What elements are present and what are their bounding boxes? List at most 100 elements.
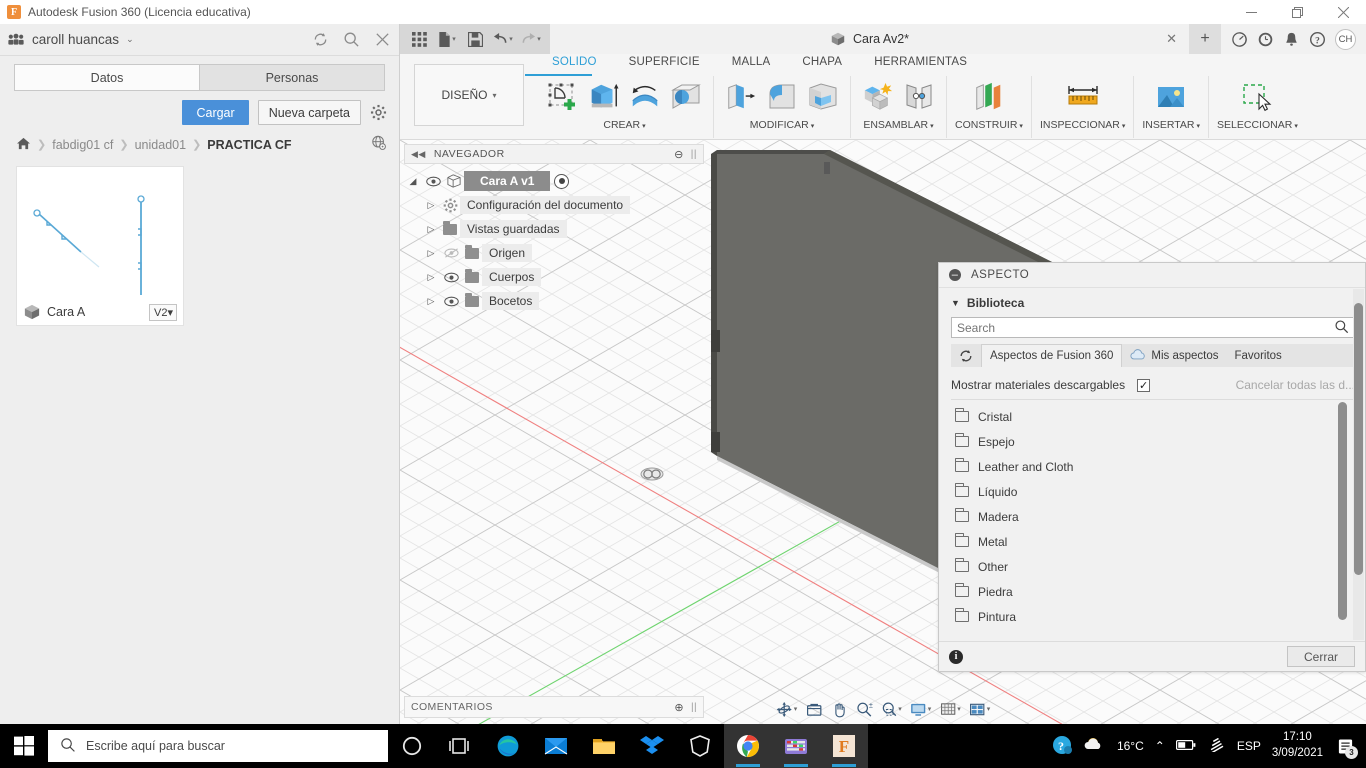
minimize-dot-icon[interactable]: ⊖ bbox=[674, 148, 684, 161]
tree-row-bodies[interactable]: ▷ Cuerpos bbox=[404, 265, 704, 289]
ribbon-tab-malla[interactable]: MALLA bbox=[716, 56, 787, 74]
tree-row-root[interactable]: ◢ Cara A v1 bbox=[404, 169, 704, 193]
material-category-list[interactable]: Cristal Espejo Leather and Cloth Líquido… bbox=[951, 399, 1355, 641]
chevron-down-icon[interactable]: ⌄ bbox=[126, 34, 134, 45]
clock-icon[interactable] bbox=[1257, 31, 1274, 48]
grid-snap-icon[interactable]: ▾ bbox=[936, 698, 964, 720]
zoom-window-icon[interactable]: ▾ bbox=[877, 698, 905, 720]
chevron-up-icon[interactable]: ⌃ bbox=[1155, 739, 1165, 753]
scrollbar-thumb[interactable] bbox=[1338, 402, 1347, 620]
material-category-row[interactable]: Espejo bbox=[951, 429, 1355, 454]
expand-arrow-icon[interactable]: ▷ bbox=[422, 200, 440, 211]
ribbon-group-construir-label[interactable]: CONSTRUIR ▾ bbox=[955, 119, 1023, 131]
material-category-row[interactable]: Cristal bbox=[951, 404, 1355, 429]
expand-arrow-icon[interactable]: ▷ bbox=[422, 224, 440, 235]
refresh-icon[interactable] bbox=[951, 348, 981, 364]
material-category-row[interactable]: Líquido bbox=[951, 479, 1355, 504]
ribbon-group-modificar-label[interactable]: MODIFICAR ▾ bbox=[750, 119, 814, 131]
add-comment-icon[interactable]: ⊕ bbox=[674, 701, 684, 714]
windows-start-icon[interactable] bbox=[0, 724, 48, 768]
grip-icon[interactable]: || bbox=[691, 149, 697, 160]
chrome-icon[interactable] bbox=[724, 724, 772, 768]
appearance-search-row[interactable] bbox=[951, 317, 1355, 338]
gear-icon[interactable] bbox=[370, 104, 387, 121]
close-data-panel-icon[interactable] bbox=[374, 31, 391, 48]
expand-arrow-icon[interactable]: ◢ bbox=[404, 176, 422, 187]
material-category-row[interactable]: Metal bbox=[951, 529, 1355, 554]
document-tab[interactable]: Cara Av2* ✕ bbox=[550, 24, 1189, 54]
info-icon[interactable]: i bbox=[949, 649, 963, 664]
cancel-downloads-link[interactable]: Cancelar todas las d... bbox=[1236, 378, 1355, 392]
material-category-row[interactable]: Piedra bbox=[951, 579, 1355, 604]
task-view-icon[interactable] bbox=[436, 724, 484, 768]
new-document-tab-button[interactable]: + bbox=[1189, 24, 1221, 54]
tab-personas[interactable]: Personas bbox=[199, 64, 385, 91]
breadcrumb-item-0[interactable]: fabdig01 cf bbox=[52, 138, 113, 152]
library-tab-fusion-appearances[interactable]: Aspectos de Fusion 360 bbox=[981, 344, 1123, 367]
pan-icon[interactable] bbox=[827, 698, 850, 720]
collapse-left-icon[interactable]: ◀◀ bbox=[411, 149, 426, 160]
close-dialog-button[interactable]: Cerrar bbox=[1286, 646, 1355, 667]
breadcrumb-item-1[interactable]: unidad01 bbox=[135, 138, 186, 152]
help-circle-icon[interactable]: ? bbox=[1051, 734, 1073, 759]
scrollbar-thumb[interactable] bbox=[1354, 303, 1363, 575]
activate-radio-icon[interactable] bbox=[554, 173, 570, 189]
bell-icon[interactable] bbox=[1283, 31, 1300, 48]
press-pull-icon[interactable] bbox=[722, 78, 760, 116]
redo-button[interactable]: ▾ bbox=[518, 26, 544, 52]
eye-icon[interactable] bbox=[440, 296, 462, 307]
mail-icon[interactable] bbox=[532, 724, 580, 768]
viewport[interactable]: ◀◀ NAVEGADOR ⊖ || ◢ Cara A v1 ▷ Configur… bbox=[400, 140, 1366, 724]
material-category-row[interactable]: Madera bbox=[951, 504, 1355, 529]
close-tab-icon[interactable]: ✕ bbox=[1166, 31, 1177, 47]
help-icon[interactable]: ? bbox=[1309, 31, 1326, 48]
ribbon-tab-superficie[interactable]: SUPERFICIE bbox=[613, 56, 716, 74]
grip-icon[interactable]: || bbox=[691, 702, 697, 713]
orbit-icon[interactable]: ▾ bbox=[773, 698, 801, 720]
account-name[interactable]: caroll huancas bbox=[32, 32, 119, 47]
new-folder-button[interactable]: Nueva carpeta bbox=[257, 100, 361, 125]
ribbon-tab-solido[interactable]: SOLIDO bbox=[536, 56, 613, 74]
avatar[interactable]: CH bbox=[1335, 28, 1356, 50]
material-category-row[interactable]: Pintura bbox=[951, 604, 1355, 629]
home-icon[interactable] bbox=[16, 137, 31, 153]
search-icon[interactable] bbox=[1334, 319, 1349, 337]
dialog-scrollbar[interactable] bbox=[1353, 289, 1364, 640]
show-downloadable-checkbox[interactable]: ✓ bbox=[1137, 378, 1151, 392]
globe-icon[interactable] bbox=[371, 135, 387, 154]
revolve-icon[interactable] bbox=[626, 78, 664, 116]
material-list-scrollbar[interactable] bbox=[1338, 402, 1347, 639]
ribbon-group-crear-label[interactable]: CREAR ▾ bbox=[603, 119, 645, 131]
expand-arrow-icon[interactable]: ▷ bbox=[422, 296, 440, 307]
new-component-icon[interactable] bbox=[859, 78, 897, 116]
file-card-cara-a[interactable]: Cara A V2▾ bbox=[16, 166, 184, 326]
insert-image-icon[interactable] bbox=[1152, 78, 1190, 116]
ribbon-group-inspeccionar-label[interactable]: INSPECCIONAR ▾ bbox=[1040, 119, 1125, 131]
weather-icon[interactable] bbox=[1084, 736, 1106, 757]
fusion360-icon[interactable]: F bbox=[820, 724, 868, 768]
app-grid-icon[interactable] bbox=[406, 26, 432, 52]
appearance-search-input[interactable] bbox=[957, 320, 1334, 335]
expand-arrow-icon[interactable]: ▷ bbox=[422, 272, 440, 283]
file-explorer-icon[interactable] bbox=[580, 724, 628, 768]
material-category-row[interactable]: Leather and Cloth bbox=[951, 454, 1355, 479]
ribbon-tab-herramientas[interactable]: HERRAMIENTAS bbox=[858, 56, 983, 74]
workspace-selector[interactable]: DISEÑO ▾ bbox=[414, 64, 524, 126]
library-section-header[interactable]: ▼ Biblioteca bbox=[951, 296, 1355, 310]
eye-hidden-icon[interactable] bbox=[440, 247, 462, 259]
tab-datos[interactable]: Datos bbox=[14, 64, 199, 91]
winrar-icon[interactable] bbox=[772, 724, 820, 768]
notification-icon[interactable]: 3 bbox=[1334, 734, 1358, 759]
close-window-button[interactable] bbox=[1320, 0, 1366, 24]
save-button[interactable] bbox=[462, 26, 488, 52]
library-tab-favorites[interactable]: Favoritos bbox=[1227, 344, 1290, 367]
job-status-icon[interactable] bbox=[1231, 31, 1248, 48]
comments-bar[interactable]: COMENTARIOS ⊕ || bbox=[404, 696, 704, 718]
brave-icon[interactable] bbox=[676, 724, 724, 768]
expand-arrow-icon[interactable]: ▷ bbox=[422, 248, 440, 259]
offset-plane-icon[interactable] bbox=[970, 78, 1008, 116]
battery-icon[interactable] bbox=[1175, 739, 1196, 754]
viewports-icon[interactable]: ▾ bbox=[966, 698, 994, 720]
search-icon[interactable] bbox=[343, 31, 360, 48]
create-sketch-icon[interactable] bbox=[544, 78, 582, 116]
